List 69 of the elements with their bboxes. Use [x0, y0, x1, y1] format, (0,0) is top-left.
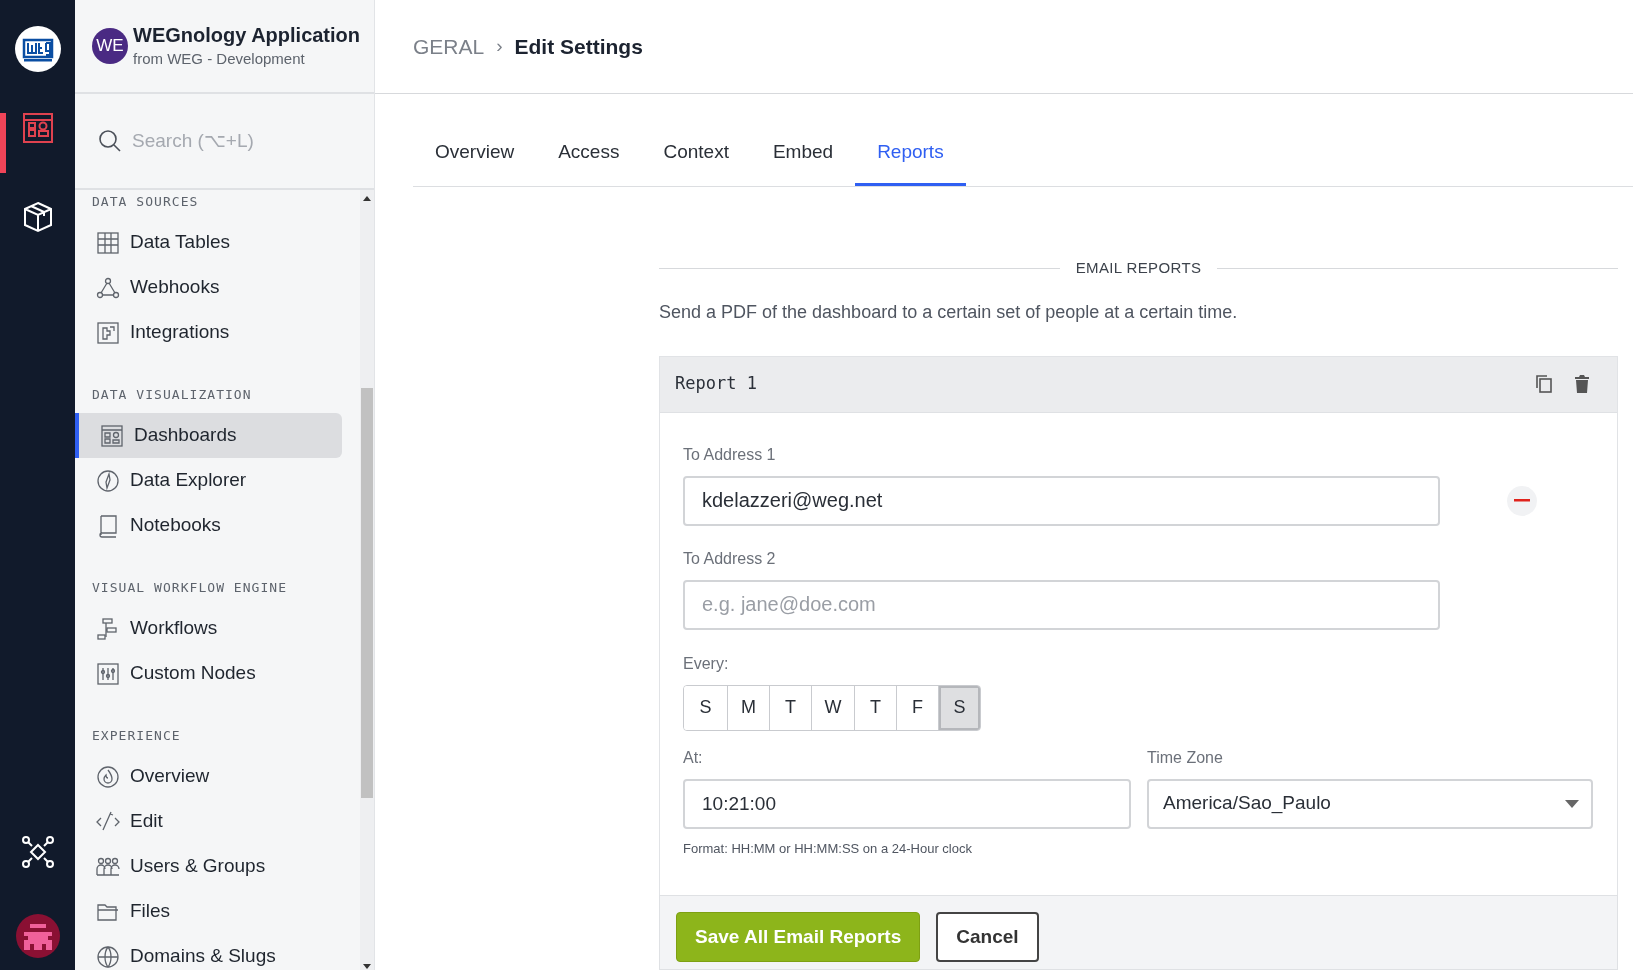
book-icon: [96, 513, 120, 538]
sidebar-item[interactable]: Domains & Slugs: [75, 934, 342, 970]
format-hint: Format: HH:MM or HH:MM:SS on a 24-Hour clock: [683, 839, 973, 858]
tab[interactable]: Access: [536, 122, 642, 186]
section-title: EMAIL REPORTS: [1075, 258, 1202, 278]
logo-icon[interactable]: [14, 26, 61, 72]
section-description: Send a PDF of the dashboard to a certain set of people at a certain time.: [659, 300, 1239, 324]
sidebar-item[interactable]: Dashboards: [75, 413, 342, 458]
app-title: WEGnology Application: [133, 23, 361, 48]
sidebar-item[interactable]: Notebooks: [75, 503, 342, 548]
sidebar-item[interactable]: Edit: [75, 799, 342, 844]
user-avatar[interactable]: [15, 914, 60, 958]
puzzle-icon: [96, 320, 120, 345]
report-title: Report 1: [675, 372, 758, 396]
section-heading: DATA SOURCES: [91, 193, 200, 211]
sidebar-item[interactable]: Data Tables: [75, 220, 342, 265]
compass-icon: [96, 468, 120, 493]
copy-icon[interactable]: [1535, 374, 1553, 394]
dashboard-icon[interactable]: [22, 113, 53, 143]
dashboard-icon: [100, 423, 124, 448]
nodes-icon[interactable]: [21, 836, 54, 868]
sliders-icon: [96, 661, 120, 686]
minus-icon: [1514, 499, 1530, 502]
sidebar-item[interactable]: Workflows: [75, 606, 342, 651]
sidebar-item[interactable]: Files: [75, 889, 342, 934]
tab[interactable]: Context: [641, 122, 751, 186]
day-toggle[interactable]: S: [938, 685, 980, 730]
active-indicator: [0, 113, 6, 173]
field-label: To Address 2: [683, 548, 777, 569]
email-input[interactable]: kdelazzeri@weg.net: [683, 475, 1440, 526]
flame-icon: [96, 764, 120, 789]
scroll-up-arrow[interactable]: [363, 196, 371, 201]
breadcrumb-current: Edit Settings: [514, 33, 643, 60]
workflow-icon: [96, 616, 120, 641]
tab[interactable]: Embed: [750, 122, 856, 186]
trash-icon[interactable]: [1575, 375, 1589, 393]
timezone-select[interactable]: America/Sao_Paulo: [1147, 778, 1593, 829]
sidebar-item[interactable]: Custom Nodes: [75, 651, 342, 696]
tab[interactable]: Overview: [413, 122, 537, 186]
breadcrumb-link[interactable]: GERAL: [413, 30, 485, 63]
webhook-icon: [96, 275, 120, 300]
dropdown-caret-icon: [1565, 799, 1579, 808]
cancel-button[interactable]: Cancel: [936, 912, 1039, 962]
sidebar-item[interactable]: Data Explorer: [75, 458, 342, 503]
tab[interactable]: Reports: [855, 122, 966, 186]
section-heading: EXPERIENCE: [91, 727, 182, 745]
search-icon: [98, 129, 122, 153]
field-label: To Address 1: [683, 444, 777, 465]
field-label: Every:: [683, 653, 730, 674]
sidebar-item[interactable]: Webhooks: [75, 265, 342, 310]
table-icon: [96, 230, 120, 255]
section-heading: VISUAL WORKFLOW ENGINE: [91, 579, 289, 597]
breadcrumb-separator: ›: [496, 34, 503, 59]
app-badge: WE: [92, 28, 128, 64]
section-heading: DATA VISUALIZATION: [91, 386, 253, 404]
email-input[interactable]: e.g. jane@doe.com: [683, 579, 1440, 630]
search-field[interactable]: Search (⌥+L): [132, 126, 362, 156]
field-label: At:: [683, 747, 704, 768]
sidebar-item[interactable]: Integrations: [75, 310, 342, 355]
sidebar-item[interactable]: Overview: [75, 754, 342, 799]
scroll-down-arrow[interactable]: [363, 964, 371, 969]
field-label: Time Zone: [1147, 747, 1224, 768]
remove-button[interactable]: [1507, 485, 1537, 516]
sidebar-item[interactable]: Users & Groups: [75, 844, 342, 889]
cube-icon[interactable]: [22, 201, 53, 233]
time-input[interactable]: 10:21:00: [683, 778, 1131, 829]
app-subtitle: from WEG - Development: [133, 49, 306, 69]
scrollbar-thumb[interactable]: [361, 388, 373, 798]
globe-icon: [96, 944, 120, 969]
